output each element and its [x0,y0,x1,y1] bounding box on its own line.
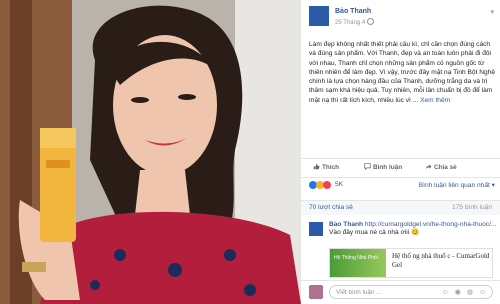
commenter-name[interactable]: Bảo Thanh [329,221,363,228]
share-button[interactable]: Chia sẻ [425,163,457,171]
author-avatar[interactable] [309,6,329,26]
comment-button[interactable]: Bình luận [364,163,402,171]
post-stats: 70 lượt chia sẻ 175 bình luận [301,200,500,215]
comment-input[interactable]: Viết bình luận ... ☺ ◉ ◍ ☺ [329,285,493,299]
comment-body: Bảo Thanh http://cumargoldgel.vn/he-thon… [329,221,497,238]
love-reaction-icon[interactable] [323,181,331,189]
reaction-count[interactable]: 5K [335,181,343,188]
globe-icon [367,18,375,25]
share-icon [425,164,432,170]
post-body: Làm đẹp không nhất thiết phải cầu kì, ch… [309,40,497,105]
post-time-label: 25 Tháng 4 [335,20,366,26]
comment-link[interactable]: http://cumargoldgel.vn/he-thong-nha-thuo… [365,221,497,228]
comment-composer: Viết bình luận ... ☺ ◉ ◍ ☺ [301,280,500,304]
share-count[interactable]: 70 lượt chia sẻ [309,204,353,211]
post-actions: Thích Bình luận Chia sẻ [301,158,500,178]
author-name[interactable]: Bảo Thanh [335,8,371,15]
share-label: Chia sẻ [434,164,457,171]
comment-placeholder: Viết bình luận ... [336,289,382,296]
photo-illustration [0,0,301,304]
link-preview-title: Hệ thố ng nhà thuố c - CumarGold Gel [392,252,490,269]
link-preview-card[interactable]: Hệ Thống Nhà Phối Hệ thố ng nhà thuố c -… [329,248,493,278]
user-avatar [309,285,323,299]
commenter-avatar[interactable] [309,222,323,236]
post-header: Bảo Thanh 25 Tháng 4 ▾ [309,6,496,30]
comment-label: Bình luận [373,164,403,171]
see-more-link[interactable]: Xem thêm [420,97,450,104]
comment-count: 175 bình luận [452,204,492,211]
thumbnail-text: Hệ Thống Nhà Phối [334,255,378,261]
reactions-row: 5K Bình luận liên quan nhất ▾ [309,180,497,194]
composer-icons[interactable]: ☺ ◉ ◍ ☺ [442,288,488,296]
link-preview-thumbnail: Hệ Thống Nhà Phối [330,249,386,277]
like-label: Thích [322,164,340,171]
like-icon [313,163,320,170]
post-panel: Bảo Thanh 25 Tháng 4 ▾ Làm đẹp không nhấ… [301,0,500,304]
comment-text: Vào đây mua nè cả nhà ơiii 😊 [329,229,420,237]
post-text: Làm đẹp không nhất thiết phải cầu kì, ch… [309,41,496,104]
comment-sort-dropdown[interactable]: Bình luận liên quan nhất ▾ [419,181,495,189]
more-options-icon[interactable]: ▾ [490,8,494,16]
post-photo[interactable] [0,0,301,304]
post-time[interactable]: 25 Tháng 4 [335,18,375,26]
comment-icon [364,163,371,170]
like-button[interactable]: Thích [313,163,339,171]
